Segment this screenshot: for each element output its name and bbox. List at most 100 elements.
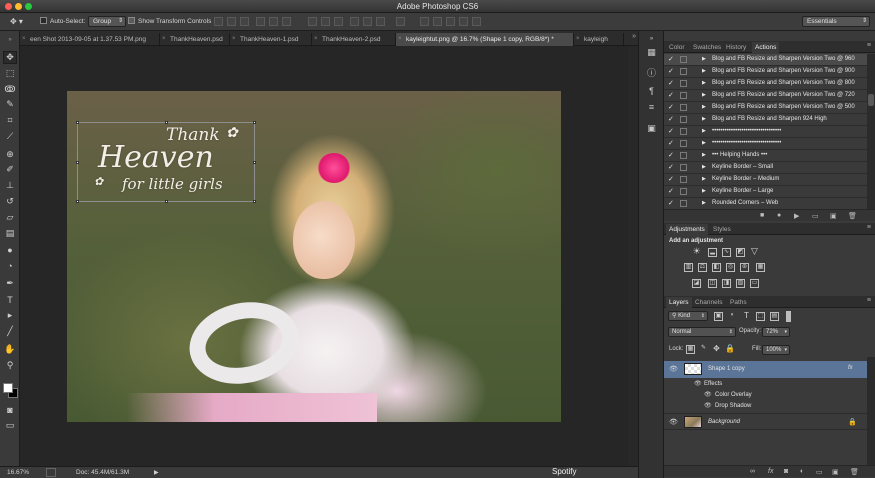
quick-selection-tool-icon[interactable]: ✎ <box>3 98 17 111</box>
dialog-toggle-box[interactable] <box>680 176 687 183</box>
clone-stamp-tool-icon[interactable]: ⊥ <box>3 179 17 192</box>
layer-row-selected[interactable]: 👁 Shape 1 copy fx <box>664 361 867 378</box>
dialog-toggle-box[interactable] <box>680 56 687 63</box>
collapse-panel-icon[interactable]: » <box>3 33 17 46</box>
curves-icon[interactable]: ∿ <box>722 248 731 257</box>
action-row[interactable]: ✓ ▶ ••••••••••••••••••••••••••••••••• <box>664 126 867 138</box>
dialog-toggle-box[interactable] <box>680 104 687 111</box>
transform-handle[interactable] <box>76 200 79 203</box>
auto-select-dropdown[interactable]: Group ⇕ <box>88 16 127 27</box>
document-image[interactable]: Thank ✿ Heaven ✿ for little girls <box>67 91 561 422</box>
fx-icon[interactable]: fx <box>848 365 853 371</box>
dialog-toggle-box[interactable] <box>680 92 687 99</box>
expand-triangle-icon[interactable]: ▶ <box>702 150 706 161</box>
layer-filter-dropdown[interactable]: ⚲ Kind ⇕ <box>668 311 708 321</box>
dialog-toggle-box[interactable] <box>680 140 687 147</box>
close-tab-icon[interactable]: × <box>232 33 236 46</box>
quick-mask-icon[interactable]: ◙ <box>3 403 17 416</box>
blend-mode-dropdown[interactable]: Normal ⇕ <box>668 327 736 337</box>
status-menu-arrow-icon[interactable]: ▶ <box>154 469 159 476</box>
show-transform-checkbox[interactable]: Show Transform Controls <box>128 16 211 28</box>
lock-transparent-icon[interactable]: ▦ <box>686 345 695 354</box>
channel-mixer-icon[interactable]: ⊛ <box>740 263 749 272</box>
link-layers-icon[interactable]: ∞ <box>750 468 755 475</box>
expand-triangle-icon[interactable]: ▶ <box>702 114 706 125</box>
expand-triangle-icon[interactable]: ▶ <box>702 126 706 137</box>
3d-rotate-icon[interactable] <box>420 17 429 26</box>
history-brush-tool-icon[interactable]: ↺ <box>3 195 17 208</box>
canvas-area[interactable]: Thank ✿ Heaven ✿ for little girls <box>20 46 628 466</box>
filter-pixel-icon[interactable]: ▣ <box>714 312 723 321</box>
tab-channels[interactable]: Channels <box>692 297 725 308</box>
new-layer-icon[interactable]: ▣ <box>832 468 839 476</box>
align-left-icon[interactable] <box>256 17 265 26</box>
panel-menu-icon[interactable]: ≡ <box>867 224 871 231</box>
eye-icon[interactable]: 👁 <box>669 365 678 373</box>
eyedropper-tool-icon[interactable]: ⟋ <box>3 130 17 143</box>
brush-tool-icon[interactable]: ✐ <box>3 163 17 176</box>
brush-presets-icon[interactable]: ≡ <box>645 101 658 112</box>
distribute-top-icon[interactable] <box>308 17 317 26</box>
stop-icon[interactable]: ■ <box>760 212 764 219</box>
document-tab[interactable]: × een Shot 2013-09-05 at 1.37.53 PM.png <box>20 33 160 46</box>
checkmark-icon[interactable]: ✓ <box>668 198 676 209</box>
distribute-hcenter-icon[interactable] <box>363 17 372 26</box>
dialog-toggle-box[interactable] <box>680 164 687 171</box>
eye-icon[interactable]: 👁 <box>704 391 712 398</box>
action-row[interactable]: ✓ ▶ Blog and FB Resize and Sharpen Version… <box>664 66 867 78</box>
checkmark-icon[interactable]: ✓ <box>668 186 676 197</box>
dialog-toggle-box[interactable] <box>680 128 687 135</box>
trash-icon[interactable]: 🗑 <box>850 468 859 476</box>
action-row[interactable]: ✓ ▶ Blog and FB Resize and Sharpen Version… <box>664 78 867 90</box>
workspace-dropdown[interactable]: Essentials ⇕ <box>802 16 870 27</box>
expand-triangle-icon[interactable]: ▶ <box>702 66 706 77</box>
3d-scale-icon[interactable] <box>472 17 481 26</box>
close-tab-icon[interactable]: × <box>22 33 26 46</box>
tab-paths[interactable]: Paths <box>727 297 750 308</box>
layer-name[interactable]: Shape 1 copy <box>708 366 745 372</box>
action-row[interactable]: ✓ ▶ Blog and FB Resize and Sharpen Version… <box>664 102 867 114</box>
play-icon[interactable]: ▶ <box>794 212 799 220</box>
collapse-dock-icon[interactable]: » <box>645 33 658 44</box>
eye-icon[interactable]: 👁 <box>704 402 712 409</box>
selective-color-icon[interactable]: ▨ <box>736 279 745 288</box>
distribute-right-icon[interactable] <box>376 17 385 26</box>
panel-menu-icon[interactable]: ≡ <box>867 42 871 49</box>
3d-drag-icon[interactable] <box>446 17 455 26</box>
layer-effect-row[interactable]: 👁 Color Overlay <box>664 390 867 401</box>
panel-menu-icon[interactable]: ≡ <box>867 297 871 304</box>
paragraph-panel-icon[interactable]: ¶ <box>645 85 658 96</box>
checkmark-icon[interactable]: ✓ <box>668 174 676 185</box>
expand-triangle-icon[interactable]: ▶ <box>702 162 706 173</box>
action-row[interactable]: ✓ ▶ ••••••••••••••••••••••••••••••••• <box>664 138 867 150</box>
transform-handle[interactable] <box>76 161 79 164</box>
dialog-toggle-box[interactable] <box>680 116 687 123</box>
tab-adjustments[interactable]: Adjustments <box>666 224 708 235</box>
adjustment-layer-icon[interactable]: ◐ <box>800 468 804 475</box>
layer-effects-row[interactable]: 👁 Effects <box>664 379 867 390</box>
checkmark-icon[interactable]: ✓ <box>668 150 676 161</box>
add-style-icon[interactable]: fx <box>768 468 773 475</box>
spot-healing-tool-icon[interactable]: ⊕ <box>3 148 17 161</box>
path-selection-tool-icon[interactable]: ▸ <box>3 309 17 322</box>
gradient-map-icon[interactable]: ▭ <box>750 279 759 288</box>
align-bottom-icon[interactable] <box>240 17 249 26</box>
scrollbar-thumb[interactable] <box>868 94 874 106</box>
checkmark-icon[interactable]: ✓ <box>668 102 676 113</box>
zoom-level[interactable]: 16.67% <box>7 469 29 476</box>
layer-effect-row[interactable]: 👁 Drop Shadow <box>664 401 867 412</box>
fill-field[interactable]: 100% ▾ <box>762 345 790 355</box>
color-lookup-icon[interactable]: ▦ <box>756 263 765 272</box>
distribute-left-icon[interactable] <box>350 17 359 26</box>
lock-position-icon[interactable]: ✥ <box>712 345 721 354</box>
expand-triangle-icon[interactable]: ▶ <box>702 186 706 197</box>
more-tabs-button[interactable]: » <box>632 33 636 40</box>
tab-layers[interactable]: Layers <box>666 297 692 308</box>
action-row[interactable]: ✓ ▶ Keyline Border – Medium <box>664 174 867 186</box>
checkmark-icon[interactable]: ✓ <box>668 66 676 77</box>
checkmark-icon[interactable]: ✓ <box>668 114 676 125</box>
3d-slide-icon[interactable] <box>459 17 468 26</box>
new-group-icon[interactable]: ▭ <box>816 468 823 476</box>
checkmark-icon[interactable]: ✓ <box>668 78 676 89</box>
document-tab[interactable]: × ThankHeaven.psd <box>160 33 230 46</box>
